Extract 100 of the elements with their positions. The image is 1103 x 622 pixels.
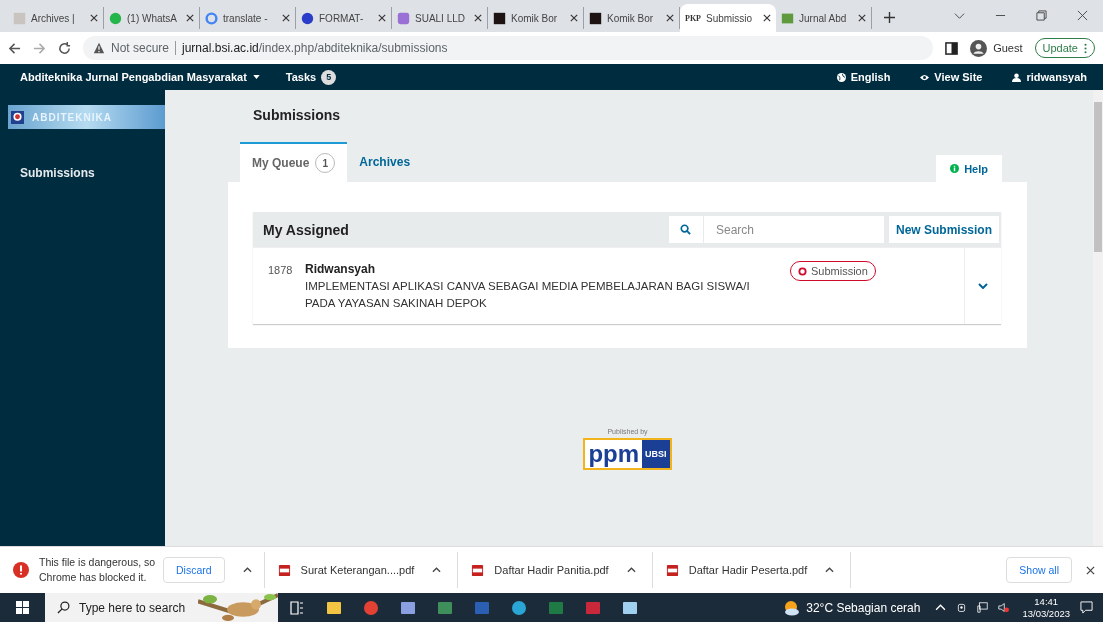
chevron-up-icon[interactable] <box>935 602 947 613</box>
help-button[interactable]: Help <box>936 155 1002 182</box>
back-icon[interactable] <box>8 41 21 55</box>
restore-icon[interactable] <box>1036 10 1047 21</box>
error-icon <box>13 562 29 578</box>
tasks-count: 5 <box>321 69 337 85</box>
close-icon[interactable] <box>1077 10 1088 21</box>
eye-icon <box>920 72 930 82</box>
app-icon[interactable] <box>436 599 453 616</box>
globe-icon <box>836 72 846 82</box>
user-menu[interactable]: ridwansyah <box>1026 71 1087 83</box>
browser-tab[interactable]: SUALI LLD <box>392 7 488 29</box>
close-icon[interactable] <box>1086 565 1095 575</box>
tab-title: FORMAT- <box>319 12 365 24</box>
profile-button[interactable]: Guest <box>970 39 1023 57</box>
side-panel-icon[interactable] <box>945 41 959 55</box>
close-icon[interactable] <box>378 14 386 22</box>
clock-time[interactable]: 14:41 <box>1034 595 1059 608</box>
clock-date[interactable]: 13/03/2023 <box>1022 607 1070 620</box>
browser-tab[interactable]: translate - <box>200 7 296 29</box>
download-filename[interactable]: Daftar Hadir Panitia.pdf <box>494 564 609 576</box>
emblem-icon <box>11 109 24 125</box>
reload-icon[interactable] <box>58 41 71 55</box>
search-icon <box>57 601 70 614</box>
new-tab-icon[interactable] <box>884 12 895 23</box>
favicon-icon <box>781 11 794 25</box>
page-tab[interactable]: Archives <box>347 142 423 182</box>
task-view-icon[interactable] <box>288 599 305 616</box>
taskbar-search-field[interactable]: Type here to search <box>45 593 278 622</box>
url-text: jurnal.bsi.ac.id/index.php/abditeknika/submissions <box>182 41 448 55</box>
close-icon[interactable] <box>186 14 194 22</box>
chevron-up-icon[interactable] <box>825 567 835 573</box>
close-icon[interactable] <box>858 14 866 22</box>
publisher-logo[interactable]: ppm UBSI <box>583 438 672 470</box>
tab-title: (1) WhatsA <box>127 12 178 24</box>
weather-text[interactable]: 32°C Sebagian cerah <box>806 600 921 615</box>
user-icon <box>1012 72 1022 82</box>
tab-title: Jurnal Abd <box>799 12 848 24</box>
update-button[interactable]: Update <box>1034 38 1095 58</box>
tab-title: Submissio <box>706 12 754 24</box>
browser-tab[interactable]: Archives | <box>8 7 104 29</box>
tab-title: Komik Bor <box>511 12 559 24</box>
tab-title: translate - <box>223 12 269 24</box>
favicon-icon <box>13 11 26 25</box>
close-icon[interactable] <box>570 14 578 22</box>
address-field[interactable]: Not secure jurnal.bsi.ac.id/index.php/abditeknika/submissions <box>83 36 934 60</box>
chevron-up-icon[interactable] <box>626 567 636 573</box>
browser-tab[interactable]: Komik Bor <box>488 7 584 29</box>
close-icon[interactable] <box>763 14 771 22</box>
volume-muted-icon[interactable] <box>998 602 1010 613</box>
tab-favicon: PKP <box>685 13 701 23</box>
caret-icon <box>252 75 260 79</box>
page-tab[interactable]: My Queue 1 <box>240 142 348 182</box>
browser-tab[interactable]: (1) WhatsA <box>104 7 200 29</box>
warning-message: This file is dangerous, so Chrome has blocked it. <box>39 555 157 585</box>
new-submission-button[interactable]: New Submission <box>888 216 999 243</box>
pdf-icon <box>277 563 291 577</box>
chevron-icon <box>978 283 988 289</box>
tab-title: Komik Bor <box>607 12 655 24</box>
favicon-icon <box>589 11 602 25</box>
journal-menu[interactable]: Abditeknika Jurnal Pengabdian Masyarakat <box>20 71 260 83</box>
warning-icon <box>93 42 105 54</box>
submission-author[interactable]: Ridwansyah <box>305 262 775 276</box>
scrollbar[interactable] <box>1093 90 1103 546</box>
chevron-down-icon[interactable] <box>954 10 965 21</box>
sidebar-item[interactable]: Submissions <box>0 166 165 180</box>
pdf-icon <box>665 563 679 577</box>
weather-icon <box>782 599 801 616</box>
status-ring-icon <box>798 266 807 276</box>
browser-tab[interactable]: PKP Submissio <box>680 4 776 32</box>
browser-tab[interactable]: Jurnal Abd <box>776 7 872 29</box>
search-button[interactable] <box>668 216 703 243</box>
browser-tab[interactable]: Komik Bor <box>584 7 680 29</box>
discard-button[interactable]: Discard <box>163 557 225 583</box>
search-icon <box>680 224 692 235</box>
close-icon[interactable] <box>90 14 98 22</box>
download-filename[interactable]: Surat Keterangan....pdf <box>300 564 415 576</box>
info-icon <box>950 164 960 173</box>
notification-icon[interactable] <box>1080 601 1093 614</box>
view-site-link[interactable]: View Site <box>934 71 983 83</box>
search-field[interactable]: Search <box>703 216 884 243</box>
language-link[interactable]: English <box>850 71 891 83</box>
download-filename[interactable]: Daftar Hadir Peserta.pdf <box>688 564 808 576</box>
close-icon[interactable] <box>666 14 674 22</box>
meet-icon[interactable] <box>956 602 968 613</box>
favicon-icon <box>109 11 122 25</box>
security-label: Not secure <box>111 41 170 55</box>
tasks-link[interactable]: Tasks <box>285 71 317 83</box>
page-title: Submissions <box>253 107 342 123</box>
submission-title[interactable]: IMPLEMENTASI APLIKASI CANVA SEBAGAI MEDIA PEMBELAJARAN BAGI SISWA/I PADA YAYASAN SAKINAH DEPOK <box>305 278 775 312</box>
show-all-button[interactable]: Show all <box>1006 557 1072 583</box>
chevron-up-icon[interactable] <box>242 567 252 573</box>
close-icon[interactable] <box>474 14 482 22</box>
avatar-icon <box>970 39 988 57</box>
close-icon[interactable] <box>282 14 290 22</box>
network-icon[interactable] <box>977 602 989 613</box>
browser-tab[interactable]: FORMAT- <box>296 7 392 29</box>
menu-icon[interactable] <box>1084 42 1087 54</box>
favicon-icon <box>301 11 314 25</box>
chevron-up-icon[interactable] <box>432 567 442 573</box>
